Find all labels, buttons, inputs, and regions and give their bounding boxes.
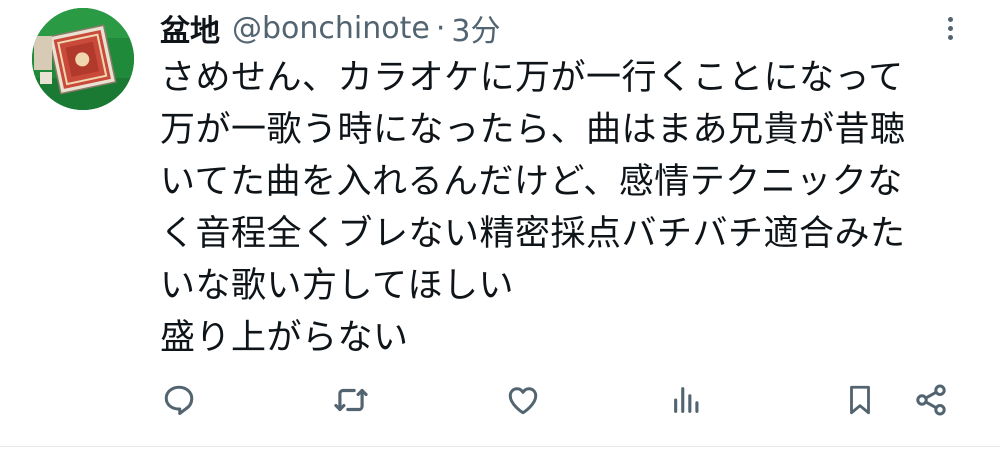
reply-icon: [164, 385, 194, 415]
like-icon: [508, 387, 538, 415]
separator-dot: ·: [435, 10, 446, 46]
tweet-text-line: いてた曲を入れるんだけど、感情テクニックな: [160, 162, 903, 202]
tweet[interactable]: 盆地 @bonchinote · 3分 さめせん、カラオケに万が一行くことになっ…: [0, 0, 1000, 463]
display-name[interactable]: 盆地: [160, 6, 220, 50]
tweet-text-line: 万が一歌う時になったら、曲はまあ兄貴が昔聴: [160, 110, 906, 150]
share-icon: [916, 384, 946, 416]
tweet-text-line: いな歌い方してほしい: [160, 266, 514, 306]
tweet-text-line: 盛り上がらない: [160, 318, 409, 358]
timestamp[interactable]: 3分: [451, 6, 500, 50]
more-options-button[interactable]: [930, 8, 970, 48]
tweet-text-line: さめせん、カラオケに万が一行くことになって: [160, 58, 904, 98]
tweet-text: さめせん、カラオケに万が一行くことになって 万が一歌う時になったら、曲はまあ兄貴…: [160, 52, 980, 364]
action-bar: [0, 378, 1000, 422]
user-handle[interactable]: @bonchinote: [232, 11, 430, 46]
retweet-button[interactable]: [329, 378, 373, 422]
views-icon: [674, 387, 699, 413]
share-button[interactable]: [909, 378, 953, 422]
bookmark-icon: [850, 385, 870, 415]
tweet-text-line: く音程全くブレない精密採点バチバチ適合みた: [160, 214, 906, 254]
reply-button[interactable]: [157, 378, 201, 422]
avatar[interactable]: [32, 8, 134, 110]
like-button[interactable]: [501, 378, 545, 422]
bookmark-button[interactable]: [838, 378, 882, 422]
views-button[interactable]: [665, 378, 709, 422]
tweet-header: 盆地 @bonchinote · 3分: [160, 6, 500, 50]
divider: [0, 446, 1000, 447]
retweet-icon: [334, 388, 368, 412]
more-icon: [947, 16, 953, 22]
